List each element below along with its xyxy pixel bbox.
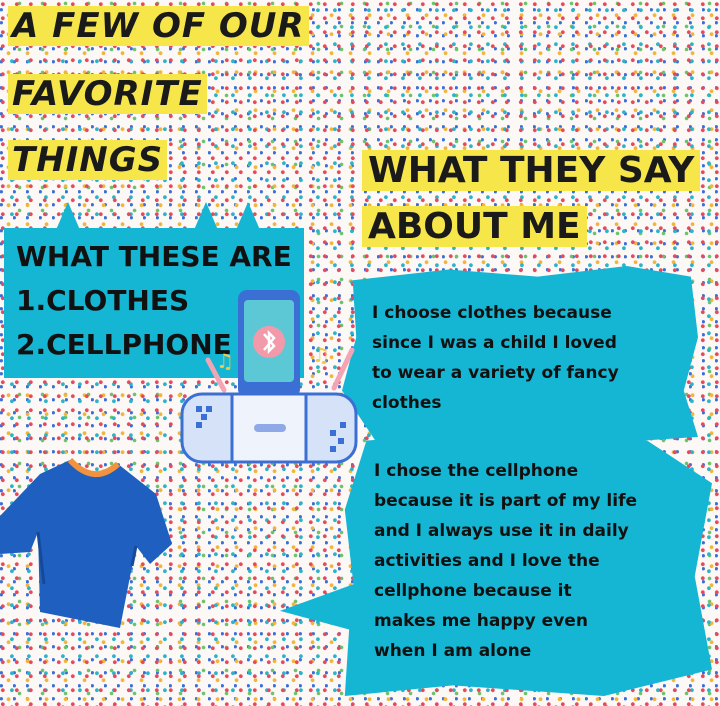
- title-line-3: THINGS: [8, 140, 168, 180]
- title-line-2: FAVORITE: [8, 74, 207, 114]
- list-box-spike: [194, 202, 218, 230]
- title-line-1: A FEW OF OUR: [8, 6, 309, 46]
- side-heading-line-1: WHAT THEY SAY: [362, 150, 701, 191]
- list-box-spike: [236, 202, 260, 230]
- quote-cellphone: I chose the cellphone because it is part…: [374, 461, 638, 661]
- t-shirt-icon: [0, 457, 172, 628]
- list-item-clothes: 1.CLOTHES: [16, 284, 190, 317]
- quote-clothes: I choose clothes because since I was a c…: [372, 303, 619, 413]
- phone-speaker-icon: ♫ ♫: [180, 290, 358, 464]
- list-heading: WHAT THESE ARE: [16, 240, 292, 273]
- music-note-icon: ♫: [312, 343, 330, 367]
- side-heading-line-2: ABOUT ME: [362, 206, 587, 247]
- list-box-spike: [56, 202, 80, 230]
- music-note-icon: ♫: [216, 349, 234, 373]
